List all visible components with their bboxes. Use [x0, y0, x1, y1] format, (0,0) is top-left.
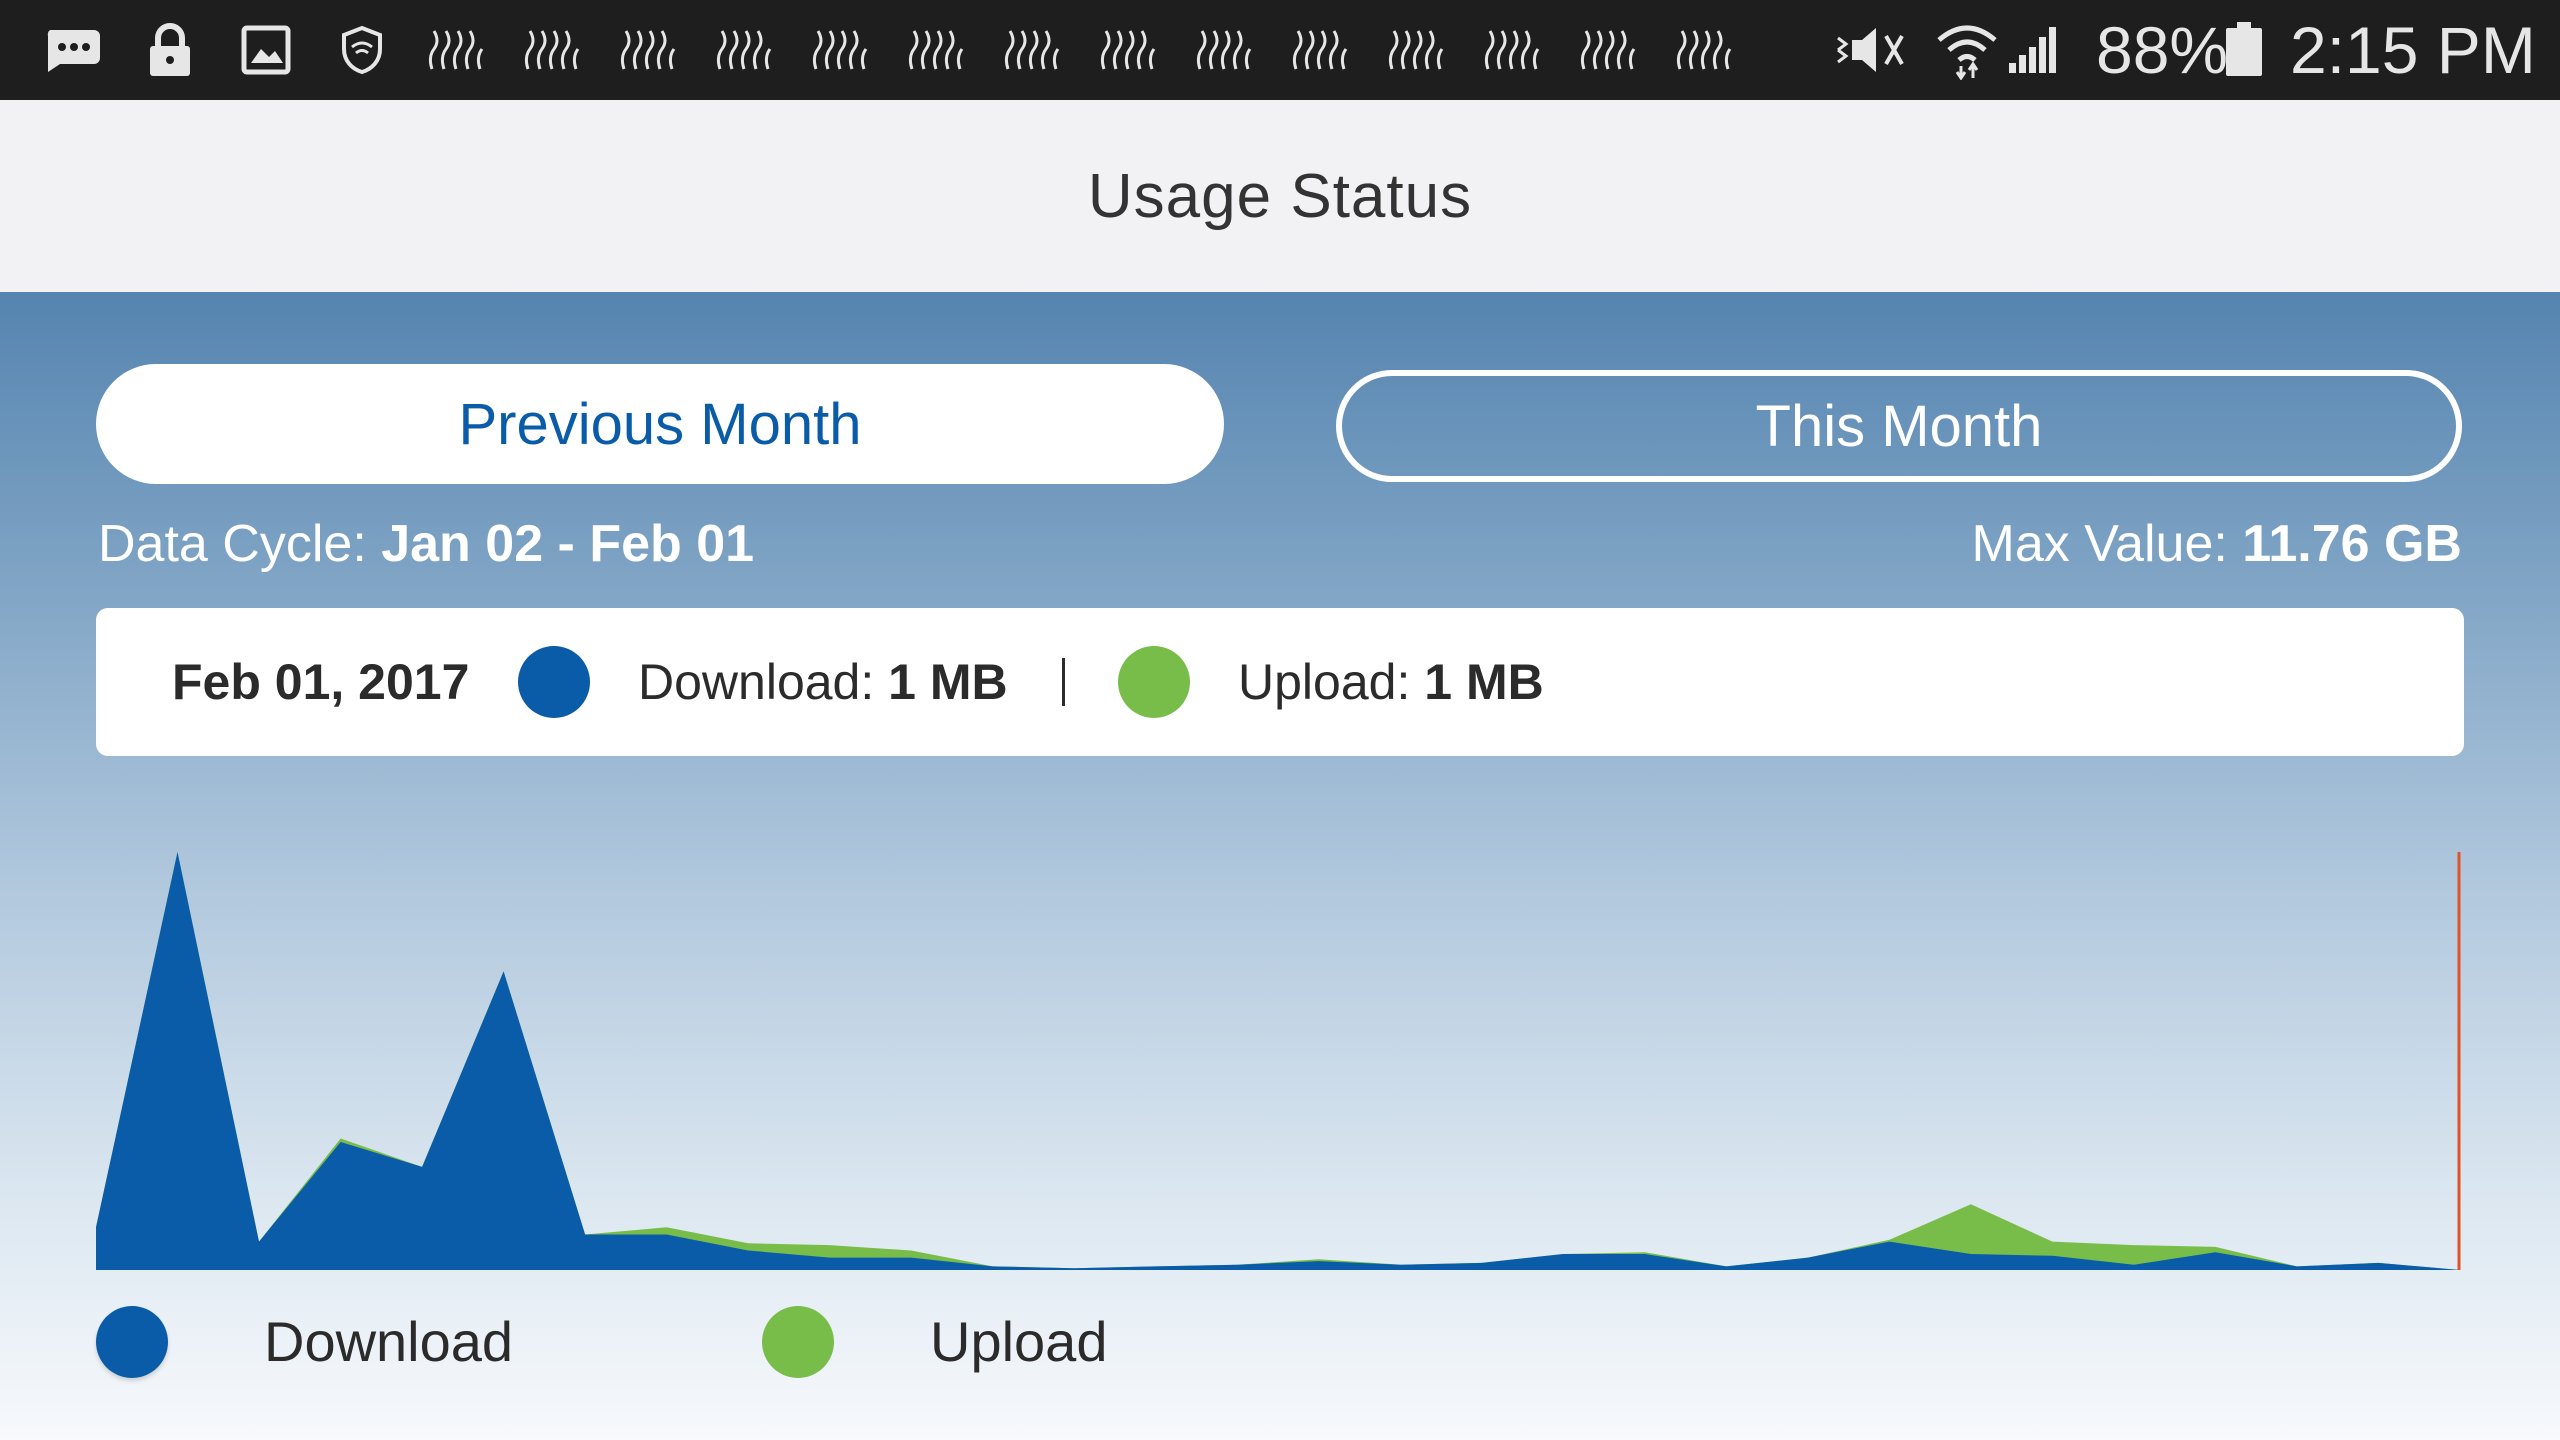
app-icon [1096, 0, 1160, 100]
image-icon [236, 0, 296, 100]
app-icon [1288, 0, 1352, 100]
page-title: Usage Status [1087, 161, 1473, 231]
lock-icon [140, 0, 200, 100]
app-icon [616, 0, 680, 100]
mute-icon [1830, 0, 1910, 100]
app-icon [1480, 0, 1544, 100]
app-icon [1576, 0, 1640, 100]
legend-download-label: Download [264, 1310, 514, 1373]
vpn-shield-icon [332, 0, 392, 100]
legend-upload-label: Upload [930, 1310, 1108, 1373]
usage-panel: Previous Month This Month Data Cycle: Ja… [0, 292, 2560, 1440]
app-icon [520, 0, 584, 100]
series-download-area [96, 852, 2460, 1270]
cellular-signal-icon [2006, 0, 2062, 100]
app-bar: Usage Status [0, 100, 2560, 292]
legend-download-dot-icon [96, 1306, 168, 1378]
battery-percentage: 88% [2096, 13, 2229, 87]
app-icon [424, 0, 488, 100]
status-bar: 88% 2:15 PM [0, 0, 2560, 100]
wifi-icon [1932, 0, 2002, 100]
legend-upload-dot-icon [762, 1306, 834, 1378]
app-icon [1192, 0, 1256, 100]
app-icon [808, 0, 872, 100]
app-icon [1384, 0, 1448, 100]
app-icon [712, 0, 776, 100]
app-icon [1000, 0, 1064, 100]
usage-chart[interactable] [0, 292, 2560, 1440]
app-icon [904, 0, 968, 100]
chat-icon [40, 0, 104, 100]
battery-icon [2222, 0, 2266, 100]
app-icon [1672, 0, 1736, 100]
clock: 2:15 PM [2290, 13, 2536, 87]
